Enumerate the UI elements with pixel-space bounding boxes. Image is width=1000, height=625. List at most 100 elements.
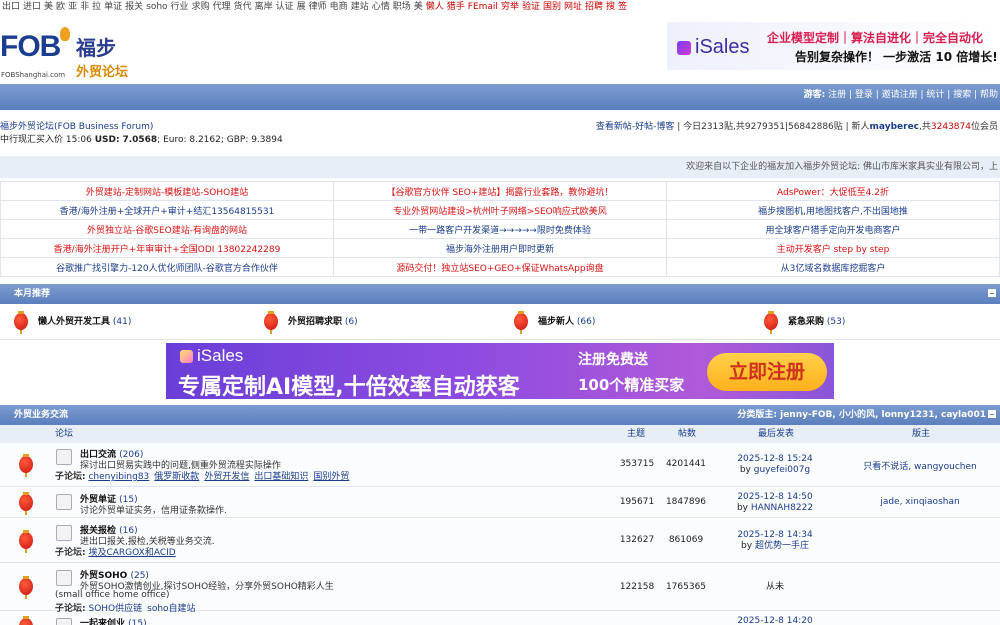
top-link[interactable]: 拉 — [92, 2, 101, 12]
col-forum: 论坛 — [55, 429, 74, 439]
top-link[interactable]: 签 — [618, 2, 627, 12]
forum-today-count: (15) — [128, 619, 147, 625]
recommend-item[interactable]: 懒人外贸开发工具 (41) — [14, 310, 131, 334]
logo-cn-subtitle: 外贸论坛 — [76, 65, 129, 80]
forum-row: 报关报检 (16) 进出口报关,报检,关税等业务交流. 子论坛: 埃及CARGOX和… — [0, 519, 1000, 563]
last-post-time[interactable]: 2025-12-8 14:20 — [720, 616, 830, 625]
subforum-link[interactable]: 外贸开发信 — [204, 472, 249, 482]
top-link[interactable]: 美 — [414, 2, 423, 12]
top-link[interactable]: 招聘 — [585, 2, 603, 12]
top-link[interactable]: 出口 — [2, 2, 20, 12]
top-link[interactable]: 单证 — [104, 2, 122, 12]
recommend-item-name[interactable]: 外贸招聘求职 — [288, 317, 342, 327]
text-ad-link[interactable]: 源码交付！独立站SEO+GEO+保证WhatsApp询盘 — [333, 257, 667, 277]
top-link[interactable]: FEmail — [468, 2, 498, 12]
subforum-link[interactable]: 埃及CARGOX和ACID — [88, 548, 175, 558]
text-ad-link[interactable]: 福步海外注册用户即时更新 — [333, 238, 667, 258]
last-post-author[interactable]: guyefei007g — [754, 465, 810, 475]
isales-header-ad[interactable]: iSales 企业模型定制｜算法自进化｜完全自动化 告别复杂操作！ 一步激活 1… — [667, 22, 1000, 70]
top-link[interactable]: 货代 — [234, 2, 252, 12]
top-link[interactable]: 搜 — [606, 2, 615, 12]
forum-moderators[interactable]: jade, xinqiaoshan — [840, 497, 1000, 507]
top-link[interactable]: 行业 — [171, 2, 189, 12]
forum-title-link[interactable]: 福步外贸论坛(FOB Business Forum) — [0, 121, 283, 134]
text-ad-link[interactable]: 从3亿域名数据库挖掘客户 — [666, 257, 1000, 277]
collapse-icon[interactable] — [988, 289, 996, 297]
top-link[interactable]: 电商 — [330, 2, 348, 12]
recommend-item[interactable]: 福步新人 (66) — [514, 310, 595, 334]
text-ad-link[interactable]: 主动开发客户 step by step — [666, 238, 1000, 258]
collapse-icon[interactable] — [988, 410, 996, 418]
text-ad-link[interactable]: 外贸建站-定制网站-模板建站-SOHO建站 — [0, 181, 334, 201]
top-link[interactable]: 职场 — [393, 2, 411, 12]
top-link[interactable]: 建站 — [351, 2, 369, 12]
top-link[interactable]: 懒人 — [426, 2, 444, 12]
col-posts: 帖数 — [678, 429, 697, 439]
text-ad-link[interactable]: 一带一路客户开发渠道→→→→→限时免费体验 — [333, 219, 667, 239]
subforum-link[interactable]: 出口基础知识 — [254, 472, 308, 482]
view-new-posts-link[interactable]: 查看新帖-好帖-博客 — [596, 122, 675, 132]
site-logo[interactable]: FOB FOBShanghai.com 福步 外贸论坛 — [0, 27, 140, 80]
nav-invite-register[interactable]: 邀请注册 — [882, 90, 918, 100]
subforum-link[interactable]: 俄罗斯收款 — [154, 472, 199, 482]
top-link[interactable]: 展 — [297, 2, 306, 12]
last-post-time[interactable]: 2025-12-8 14:50 — [720, 492, 830, 503]
top-link[interactable]: 国别 — [543, 2, 561, 12]
top-link[interactable]: 代理 — [213, 2, 231, 12]
text-ad-link[interactable]: 谷歌推广找引擎力-120人优化师团队-谷歌官方合作伙伴 — [0, 257, 334, 277]
forum-row: 一起来创业 (15) 2025-12-8 14:20 — [0, 612, 1000, 625]
newest-member-link[interactable]: mayberec — [870, 122, 919, 132]
top-link[interactable]: 穷举 — [501, 2, 519, 12]
recommend-item-name[interactable]: 紧急采购 — [788, 317, 824, 327]
text-ad-link[interactable]: 福步搜图机,用地图找客户,不出国地推 — [666, 200, 1000, 220]
top-link[interactable]: 求购 — [192, 2, 210, 12]
forum-moderators[interactable]: 只看不说话, wangyouchen — [840, 459, 1000, 472]
top-link[interactable]: 报关 — [125, 2, 143, 12]
top-link[interactable]: 认证 — [276, 2, 294, 12]
forum-row: 外贸单证 (15) 讨论外贸单证实务，信用证条款操作. 195671 1847896 2… — [0, 488, 1000, 518]
subforum-link[interactable]: 国别外贸 — [313, 472, 349, 482]
top-links-bar: 出口 进口美欧亚非拉单证 报关 soho 行业 求购 代理 货代 离岸 认证展律师 电商 建站 心情 职场… — [0, 0, 1000, 14]
nav-help[interactable]: 帮助 — [980, 90, 998, 100]
recommend-item-name[interactable]: 福步新人 — [538, 317, 574, 327]
top-link[interactable]: 离岸 — [255, 2, 273, 12]
members-suffix: 位会员 — [970, 122, 998, 132]
nav-login[interactable]: 登录 — [855, 90, 873, 100]
last-post-time[interactable]: 2025-12-8 14:34 — [720, 530, 830, 541]
text-ad-link[interactable]: 用全球客户猎手定向开发电商客户 — [666, 219, 1000, 239]
top-link[interactable]: 非 — [80, 2, 89, 12]
last-post-time[interactable]: 2025-12-8 15:24 — [720, 454, 830, 465]
recommend-item[interactable]: 紧急采购 (53) — [764, 310, 845, 334]
forum-name-link[interactable]: 一起来创业 — [80, 619, 125, 625]
subforum-link[interactable]: chenyibing83 — [88, 472, 149, 482]
nav-search[interactable]: 搜索 — [953, 90, 971, 100]
top-link[interactable]: 猎手 — [447, 2, 465, 12]
forum-icon — [56, 618, 72, 625]
text-ad-link[interactable]: 香港/海外注册+全球开户+审计+结汇13564815531 — [0, 200, 334, 220]
recommend-item-name[interactable]: 懒人外贸开发工具 — [38, 317, 110, 327]
top-link[interactable]: 验证 — [522, 2, 540, 12]
banner-logo: iSales — [180, 346, 243, 366]
text-ad-link[interactable]: 香港/海外注册开户+年审审计+全国ODI 13802242289 — [0, 238, 334, 258]
last-post-author[interactable]: HANNAH8222 — [751, 503, 813, 513]
text-ad-link[interactable]: 专业外贸网站建设>杭州叶子网络>SEO响应式欧美风 — [333, 200, 667, 220]
text-ad-link[interactable]: 【谷歌官方伙伴 SEO+建站】揭露行业套路，教你避坑！ — [333, 181, 667, 201]
banner-register-button[interactable]: 立即注册 — [707, 353, 827, 391]
text-ad-link[interactable]: 外贸独立站-谷歌SEO建站-有询盘的网站 — [0, 219, 334, 239]
ad-row: 外贸建站-定制网站-模板建站-SOHO建站 【谷歌官方伙伴 SEO+建站】揭露行业… — [0, 181, 1000, 201]
top-link[interactable]: 进口 — [23, 2, 41, 12]
recommend-item[interactable]: 外贸招聘求职 (6) — [264, 310, 358, 334]
isales-big-banner[interactable]: iSales 专属定制AI模型,十倍效率自动获客 注册免费送 100个精准买家 … — [166, 343, 834, 399]
nav-stats[interactable]: 统计 — [926, 90, 944, 100]
last-post-author[interactable]: 超优势一手庄 — [755, 541, 809, 551]
top-link[interactable]: 亚 — [68, 2, 77, 12]
nav-register[interactable]: 注册 — [828, 90, 846, 100]
top-link[interactable]: 网址 — [564, 2, 582, 12]
top-link[interactable]: 心情 — [372, 2, 390, 12]
top-link[interactable]: soho — [146, 2, 167, 12]
top-link[interactable]: 欧 — [56, 2, 65, 12]
lantern-icon — [264, 311, 278, 334]
text-ad-link[interactable]: AdsPower：大促低至4.2折 — [666, 181, 1000, 201]
top-link[interactable]: 律师 — [309, 2, 327, 12]
top-link[interactable]: 美 — [44, 2, 53, 12]
